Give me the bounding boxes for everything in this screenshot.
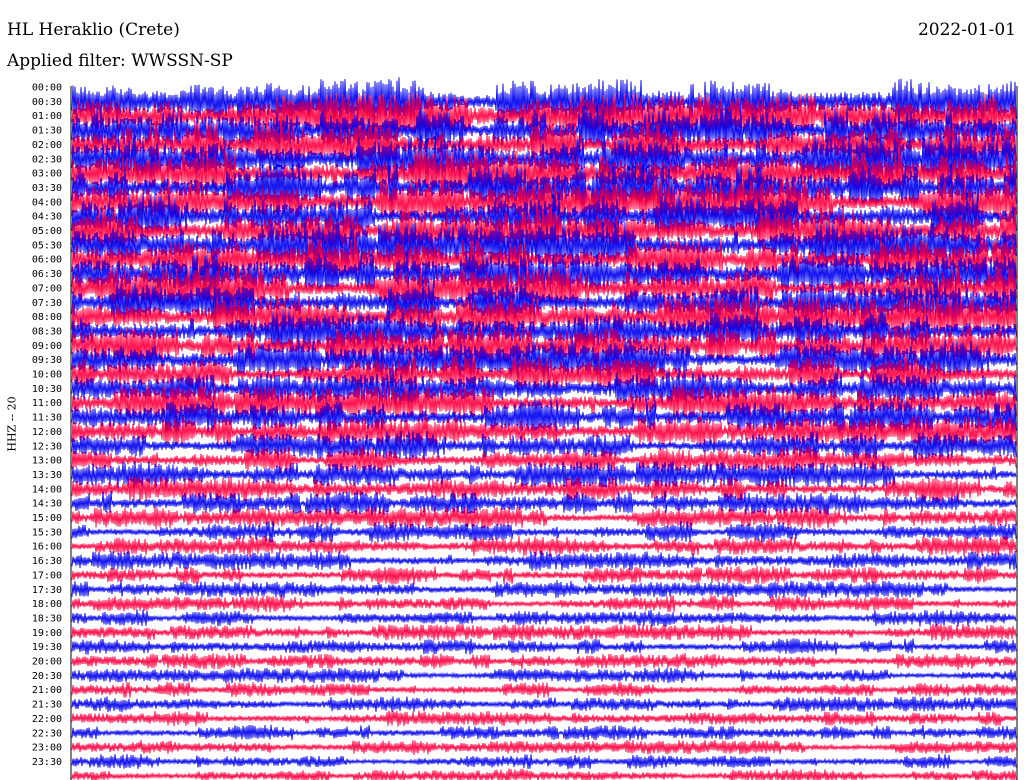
ytick-label: 05:30 (32, 240, 62, 251)
trace-row-35 (71, 594, 1017, 613)
trace-row-44 (71, 724, 1017, 741)
trace-row-38 (71, 638, 1017, 655)
ytick-label: 10:30 (32, 384, 62, 395)
trace-row-32 (71, 550, 1017, 571)
ytick-label: 16:30 (32, 556, 62, 567)
ytick-label: 21:00 (32, 685, 62, 696)
ytick-label: 11:30 (32, 413, 62, 424)
ytick-label: 20:00 (32, 657, 62, 668)
trace-row-29 (71, 506, 1017, 530)
ytick-label: 09:30 (32, 355, 62, 366)
ytick-label: 01:00 (32, 111, 62, 122)
trace-row-37 (71, 623, 1017, 642)
ytick-label: 13:30 (32, 470, 62, 481)
ytick-label: 22:00 (32, 714, 62, 725)
ytick-label: 09:00 (32, 341, 62, 352)
ytick-label: 17:30 (32, 585, 62, 596)
ytick-label: 21:30 (32, 700, 62, 711)
ytick-label: 18:00 (32, 599, 62, 610)
ytick-label: 07:30 (32, 298, 62, 309)
ytick-label: 15:00 (32, 513, 62, 524)
ytick-label: 17:00 (32, 570, 62, 581)
ytick-label: 10:00 (32, 370, 62, 381)
ytick-label: 15:30 (32, 527, 62, 538)
ytick-label: 12:00 (32, 427, 62, 438)
ytick-label: 19:00 (32, 628, 62, 639)
trace-row-40 (71, 667, 1017, 684)
ytick-label: 05:00 (32, 226, 62, 237)
ytick-label: 13:00 (32, 456, 62, 467)
ytick-label: 20:30 (32, 671, 62, 682)
ytick-label: 08:00 (32, 312, 62, 323)
ytick-label: 02:00 (32, 140, 62, 151)
trace-row-43 (71, 710, 1017, 727)
ytick-label: 18:30 (32, 613, 62, 624)
ytick-label: 00:00 (32, 83, 62, 94)
traces-group (71, 77, 1017, 780)
ytick-label: 12:30 (32, 441, 62, 452)
tick-labels-group: 00:00 00:30 01:00 01:30 02:00 02:30 03:00 03:30… (32, 83, 62, 768)
ytick-label: 07:00 (32, 283, 62, 294)
ytick-label: 08:30 (32, 326, 62, 337)
ytick-label: 22:30 (32, 728, 62, 739)
ytick-label: 04:00 (32, 197, 62, 208)
ytick-label: 11:00 (32, 398, 62, 409)
ytick-label: 03:30 (32, 183, 62, 194)
ytick-label: 14:00 (32, 484, 62, 495)
ytick-label: 03:00 (32, 169, 62, 180)
trace-row-46 (71, 753, 1017, 770)
ytick-label: 02:30 (32, 154, 62, 165)
trace-row-47 (71, 768, 1017, 780)
ytick-label: 06:30 (32, 269, 62, 280)
ytick-label: 23:00 (32, 743, 62, 754)
trace-row-45 (71, 739, 1017, 756)
trace-row-36 (71, 609, 1017, 627)
ytick-label: 16:00 (32, 542, 62, 553)
trace-row-31 (71, 535, 1017, 557)
ytick-label: 19:30 (32, 642, 62, 653)
ytick-label: 14:30 (32, 499, 62, 510)
trace-row-39 (71, 652, 1017, 670)
ytick-label: 04:30 (32, 212, 62, 223)
ytick-label: 06:00 (32, 255, 62, 266)
trace-row-33 (71, 565, 1017, 585)
ytick-label: 00:30 (32, 97, 62, 108)
ytick-label: 23:30 (32, 757, 62, 768)
ytick-label: 01:30 (32, 126, 62, 137)
seismogram-plot: 00:00 00:30 01:00 01:30 02:00 02:30 03:00 03:30… (32, 77, 1018, 780)
trace-row-42 (71, 696, 1017, 713)
trace-row-41 (71, 681, 1017, 699)
